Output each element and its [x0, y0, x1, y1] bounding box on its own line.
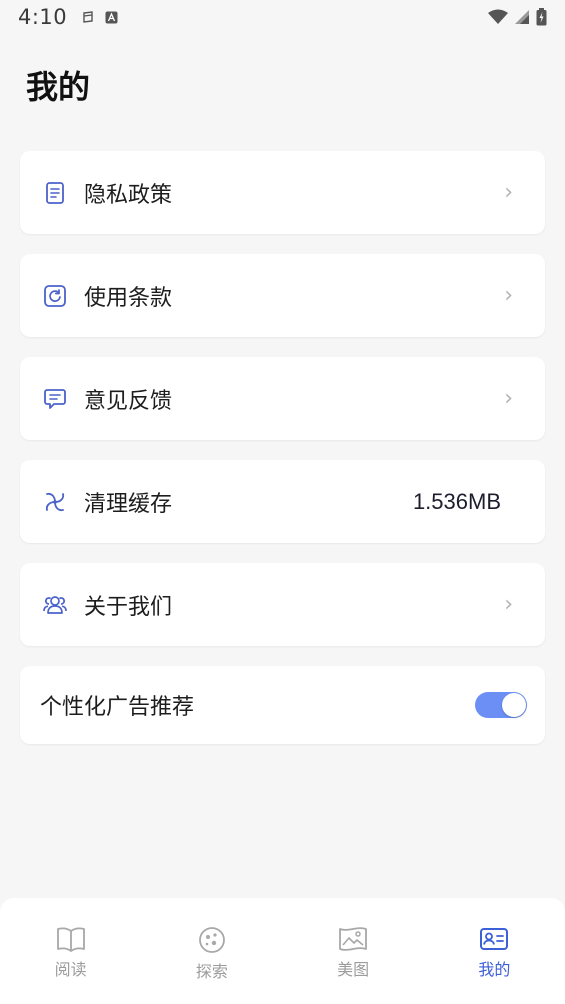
- notification-icon: [83, 11, 93, 23]
- personalized-ads-label: 个性化广告推荐: [40, 695, 195, 720]
- profile-card-icon: [480, 928, 509, 950]
- image-icon: [339, 927, 368, 951]
- feedback-icon: [42, 386, 68, 412]
- book-icon: [56, 927, 85, 952]
- nav-read[interactable]: 阅读: [16, 926, 126, 980]
- privacy-policy-label: 隐私政策: [84, 182, 173, 208]
- battery-icon: [536, 8, 547, 26]
- chevron-right-icon: ›: [504, 180, 513, 205]
- bottom-nav: 阅读 探索 美图 我的: [0, 898, 565, 1004]
- terms-of-use-label: 使用条款: [84, 285, 173, 311]
- nav-gallery-label: 美图: [337, 960, 370, 979]
- feedback-label: 意见反馈: [84, 388, 173, 414]
- wifi-icon: [488, 9, 508, 24]
- toggle-knob: [502, 693, 526, 717]
- nav-explore-label: 探索: [195, 962, 228, 981]
- privacy-policy-item[interactable]: 隐私政策 ›: [20, 151, 545, 234]
- clear-cache-item[interactable]: 清理缓存 1.536MB: [20, 460, 545, 543]
- personalized-ads-item: 个性化广告推荐: [20, 666, 545, 744]
- chevron-right-icon: ›: [504, 283, 513, 308]
- nav-mine[interactable]: 我的: [439, 926, 549, 980]
- nav-mine-label: 我的: [478, 960, 511, 979]
- nav-explore[interactable]: 探索: [157, 926, 267, 982]
- refresh-icon: [42, 283, 68, 309]
- fan-icon: [42, 489, 68, 515]
- page-title: 我的: [26, 68, 91, 106]
- nav-gallery[interactable]: 美图: [298, 926, 408, 980]
- cache-size-value: 1.536MB: [412, 488, 501, 514]
- chevron-right-icon: ›: [504, 386, 513, 411]
- status-time: 4:10: [18, 5, 68, 29]
- personalized-ads-toggle[interactable]: [475, 692, 527, 718]
- about-us-label: 关于我们: [84, 594, 173, 620]
- about-us-item[interactable]: 关于我们 ›: [20, 563, 545, 646]
- users-icon: [42, 592, 68, 618]
- clear-cache-label: 清理缓存: [84, 491, 173, 517]
- app-notification-icon: [105, 11, 118, 23]
- terms-of-use-item[interactable]: 使用条款 ›: [20, 254, 545, 337]
- document-icon: [42, 180, 68, 206]
- signal-icon: [515, 10, 529, 24]
- feedback-item[interactable]: 意见反馈 ›: [20, 357, 545, 440]
- status-bar: 4:10: [0, 0, 565, 34]
- nav-read-label: 阅读: [54, 960, 87, 979]
- explore-icon: [198, 927, 225, 953]
- chevron-right-icon: ›: [504, 592, 513, 617]
